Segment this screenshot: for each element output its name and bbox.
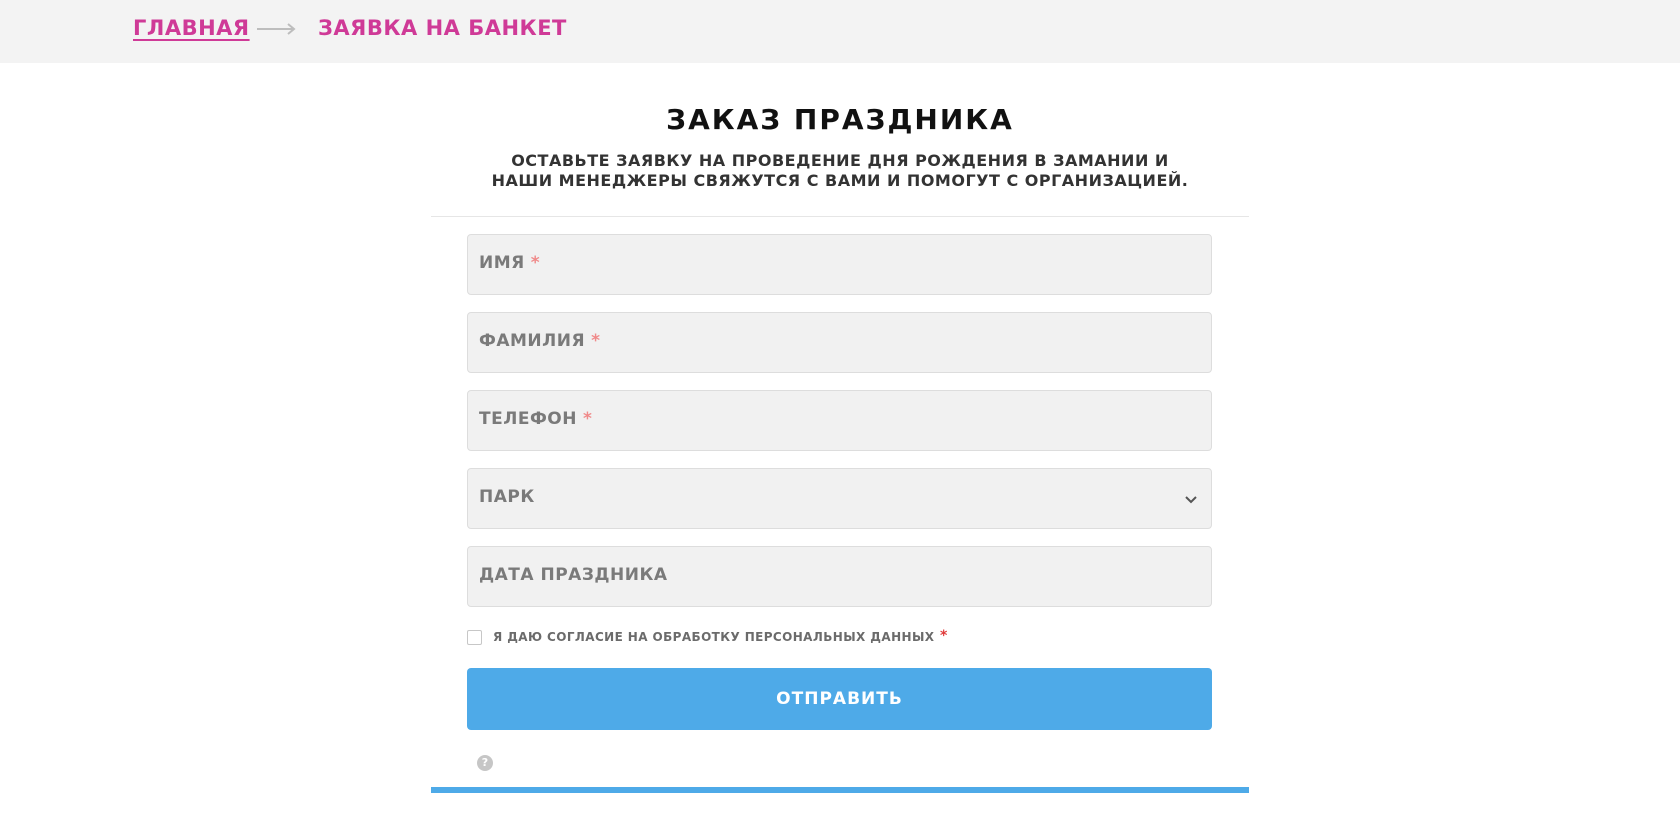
date-label: ДАТА ПРАЗДНИКА [479,565,668,585]
last-name-field[interactable]: ФАМИЛИЯ * [467,312,1212,373]
required-mark: * [582,409,593,429]
question-circle-icon[interactable]: ? [477,755,493,771]
first-name-label-text: ИМЯ [479,253,525,273]
breadcrumb: ГЛАВНАЯ ЗАЯВКА НА БАНКЕТ [0,0,1680,63]
required-mark: * [940,628,948,644]
phone-label: ТЕЛЕФОН * [479,409,592,429]
form-bottom-bar [431,787,1249,793]
divider [431,216,1249,217]
first-name-field[interactable]: ИМЯ * [467,234,1212,295]
form-title: ЗАКАЗ ПРАЗДНИКА [666,103,1014,136]
breadcrumb-current: ЗАЯВКА НА БАНКЕТ [318,16,567,40]
consent-checkbox[interactable] [467,630,482,645]
required-mark: * [591,331,601,351]
banquet-form: ЗАКАЗ ПРАЗДНИКА ОСТАВЬТЕ ЗАЯВКУ НА ПРОВЕ… [431,63,1249,793]
last-name-label-text: ФАМИЛИЯ [479,331,586,351]
breadcrumb-home-link[interactable]: ГЛАВНАЯ [133,14,250,42]
arrow-right-icon [257,23,296,35]
submit-button[interactable]: ОТПРАВИТЬ [467,668,1212,730]
phone-field[interactable]: ТЕЛЕФОН * [467,390,1212,451]
first-name-label: ИМЯ * [479,253,540,273]
consent-label[interactable]: Я ДАЮ СОГЛАСИЕ НА ОБРАБОТКУ ПЕРСОНАЛЬНЫХ… [493,630,934,644]
required-mark: * [530,253,541,273]
date-field[interactable]: ДАТА ПРАЗДНИКА [467,546,1212,607]
consent-row: Я ДАЮ СОГЛАСИЕ НА ОБРАБОТКУ ПЕРСОНАЛЬНЫХ… [467,628,1212,648]
park-select[interactable]: ПАРК [467,468,1212,529]
park-label: ПАРК [479,487,535,507]
last-name-label: ФАМИЛИЯ * [479,331,601,351]
chevron-down-icon [1185,496,1197,504]
form-subtitle: ОСТАВЬТЕ ЗАЯВКУ НА ПРОВЕДЕНИЕ ДНЯ РОЖДЕН… [491,151,1189,190]
phone-label-text: ТЕЛЕФОН [479,409,577,429]
